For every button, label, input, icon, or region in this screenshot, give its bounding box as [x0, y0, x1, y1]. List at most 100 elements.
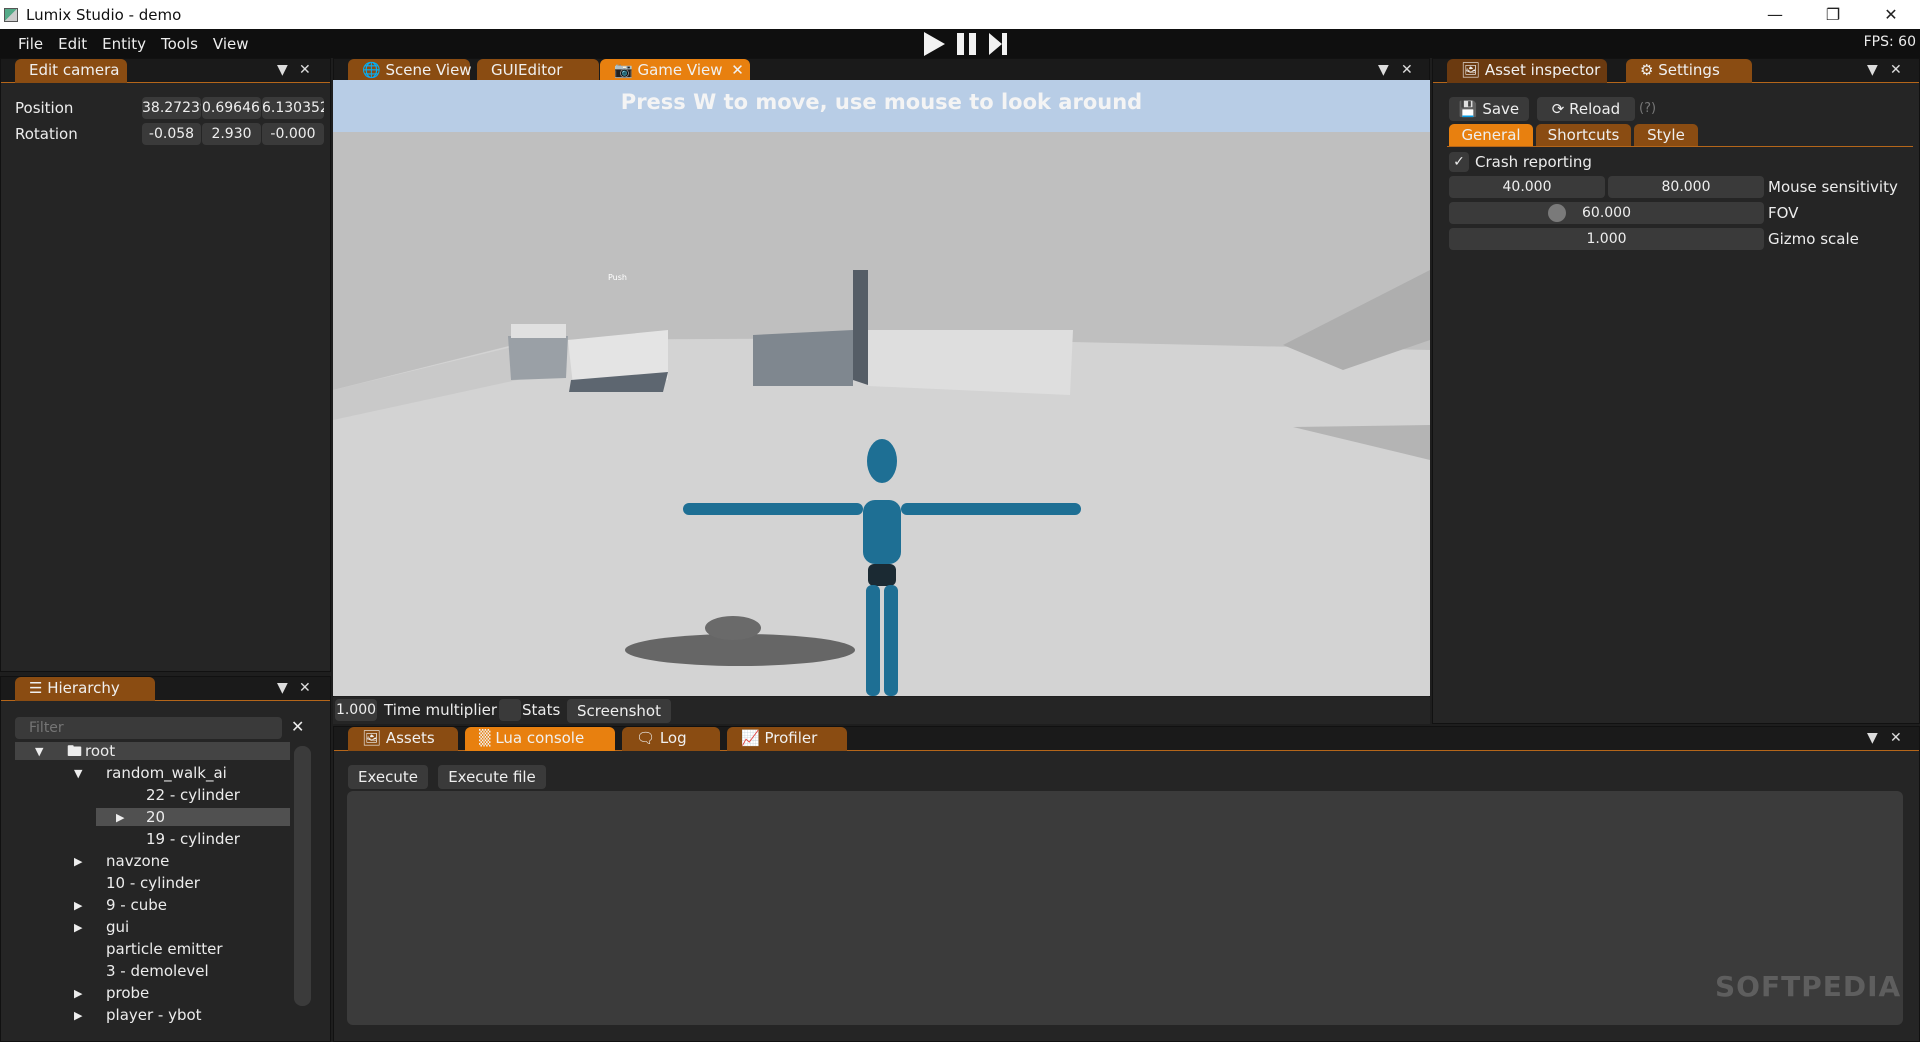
minimize-button[interactable]: — [1746, 0, 1804, 29]
dock-menu-icon[interactable]: ▼ [277, 62, 288, 78]
tab-profiler[interactable]: 📈 Profiler [727, 727, 847, 751]
tree-item-navzone[interactable]: ▶ navzone [15, 852, 290, 870]
pillar [853, 270, 868, 385]
collapsed-arrow-icon[interactable]: ▶ [74, 853, 82, 871]
close-icon[interactable]: ✕ [1890, 730, 1902, 746]
collapsed-arrow-icon[interactable]: ▶ [74, 919, 82, 937]
expand-arrow-icon[interactable]: ▼ [35, 743, 43, 761]
play-icon[interactable] [922, 31, 946, 57]
help-marker[interactable]: (?) [1639, 101, 1656, 116]
scene-render [333, 80, 1430, 696]
position-x-field[interactable]: 38.27239 [142, 97, 201, 119]
position-z-field[interactable]: 6.130352 [262, 97, 324, 119]
rotation-label: Rotation [15, 125, 78, 143]
position-label: Position [15, 99, 74, 117]
tree-item-probe[interactable]: ▶ probe [15, 984, 290, 1002]
tree-item-22-cylinder[interactable]: 22 - cylinder [15, 786, 290, 804]
tab-settings[interactable]: ⚙ Settings [1626, 59, 1752, 83]
tree-item-player-ybot[interactable]: ▶ player - ybot [15, 1006, 290, 1024]
settings-panel: 🖼 Asset inspector ⚙ Settings ▼ ✕ 💾 Save … [1432, 58, 1920, 724]
dock-menu-icon[interactable]: ▼ [1867, 62, 1878, 78]
app-icon [4, 7, 18, 22]
collapsed-arrow-icon[interactable]: ▶ [116, 809, 124, 827]
dock-menu-icon[interactable]: ▼ [1378, 62, 1389, 78]
filter-input[interactable] [15, 717, 282, 739]
tab-assets[interactable]: 🖼 Assets [348, 727, 458, 751]
restore-button[interactable]: ❐ [1804, 0, 1862, 29]
rotation-z-field[interactable]: -0.000 [262, 123, 324, 145]
tree-item-particle-emitter[interactable]: particle emitter [15, 940, 290, 958]
menu-edit[interactable]: Edit [50, 35, 94, 53]
cylinder-object [508, 336, 568, 380]
tree-item-random-walk-ai[interactable]: ▼ random_walk_ai [15, 764, 290, 782]
collapsed-arrow-icon[interactable]: ▶ [74, 985, 82, 1003]
images-icon: 🖼 [362, 729, 382, 747]
fov-slider[interactable]: 60.000 [1449, 202, 1764, 224]
fps-counter: FPS: 60 [1863, 34, 1916, 50]
clear-filter-icon[interactable]: ✕ [291, 717, 304, 736]
tree-item-20[interactable]: ▶ 20 [96, 808, 290, 826]
step-icon[interactable] [988, 32, 1008, 56]
execute-file-button[interactable]: Execute file [438, 765, 546, 789]
tree-item-10-cylinder[interactable]: 10 - cylinder [15, 874, 290, 892]
folder-icon: 🖿 [67, 742, 83, 760]
pillar-shadow [753, 330, 853, 386]
tab-lua-console[interactable]: ▒ Lua console [465, 727, 615, 751]
game-viewport[interactable]: Press W to move, use mouse to look aroun… [333, 80, 1430, 696]
mouse-sensitivity-x-field[interactable]: 40.000 [1449, 176, 1605, 198]
gizmo-scale-field[interactable]: 1.000 [1449, 228, 1764, 250]
subtab-shortcuts[interactable]: Shortcuts [1536, 124, 1631, 146]
collapsed-arrow-icon[interactable]: ▶ [74, 897, 82, 915]
menu-view[interactable]: View [205, 35, 256, 53]
close-icon[interactable]: ✕ [299, 62, 311, 78]
tree-item-root[interactable]: ▼ 🖿 root [15, 742, 290, 760]
fov-label: FOV [1768, 204, 1799, 222]
screenshot-button[interactable]: Screenshot [567, 699, 671, 723]
tree-scrollbar[interactable] [294, 746, 311, 1006]
close-icon[interactable]: ✕ [299, 680, 311, 696]
menu-entity[interactable]: Entity [94, 35, 153, 53]
tree-item-gui[interactable]: ▶ gui [15, 918, 290, 936]
dock-menu-icon[interactable]: ▼ [277, 680, 288, 696]
platform [868, 330, 1073, 395]
expand-arrow-icon[interactable]: ▼ [74, 765, 82, 783]
close-window-button[interactable]: ✕ [1862, 0, 1920, 29]
mouse-sensitivity-y-field[interactable]: 80.000 [1608, 176, 1764, 198]
menu-tools[interactable]: Tools [153, 35, 205, 53]
terminal-icon: ▒ [479, 729, 491, 747]
rotation-x-field[interactable]: -0.058 [142, 123, 201, 145]
collapsed-arrow-icon[interactable]: ▶ [74, 1007, 82, 1025]
reload-button[interactable]: ⟳ Reload [1537, 97, 1635, 121]
crash-reporting-checkbox[interactable]: ✓ [1449, 152, 1469, 172]
execute-button[interactable]: Execute [348, 765, 428, 789]
camera-icon: 📷 [614, 61, 633, 79]
mouse-sensitivity-label: Mouse sensitivity [1768, 178, 1898, 196]
close-icon[interactable]: ✕ [1401, 62, 1413, 78]
fov-slider-knob[interactable] [1548, 204, 1566, 222]
tab-asset-inspector[interactable]: 🖼 Asset inspector [1447, 59, 1607, 83]
tree-item-9-cube[interactable]: ▶ 9 - cube [15, 896, 290, 914]
push-label: Push [608, 273, 627, 282]
tree-item-19-cylinder[interactable]: 19 - cylinder [15, 830, 290, 848]
dock-menu-icon[interactable]: ▼ [1867, 730, 1878, 746]
pause-icon[interactable] [956, 32, 978, 56]
game-hint-text: Press W to move, use mouse to look aroun… [620, 90, 1143, 114]
close-icon[interactable]: ✕ [1890, 62, 1902, 78]
position-y-field[interactable]: 0.696463 [202, 97, 261, 119]
close-tab-icon[interactable]: ✕ [731, 61, 744, 79]
rotation-y-field[interactable]: 2.930 [202, 123, 261, 145]
subtab-style[interactable]: Style [1634, 124, 1698, 146]
edit-camera-panel: Edit camera ▼ ✕ Position 38.27239 0.6964… [0, 58, 331, 672]
tab-log[interactable]: 🗨 Log [622, 727, 720, 751]
play-controls [922, 31, 1008, 57]
lua-code-editor[interactable] [347, 791, 1903, 1025]
tab-hierarchy[interactable]: ☰ Hierarchy [15, 677, 155, 701]
tree-item-3-demolevel[interactable]: 3 - demolevel [15, 962, 290, 980]
subtab-general[interactable]: General [1449, 124, 1533, 146]
time-multiplier-field[interactable]: 1.000 [335, 699, 377, 721]
stats-checkbox[interactable] [499, 699, 521, 721]
cylinder-top [511, 324, 566, 338]
menu-file[interactable]: File [10, 35, 50, 53]
tab-edit-camera[interactable]: Edit camera [15, 59, 127, 83]
save-button[interactable]: 💾 Save [1449, 97, 1529, 121]
